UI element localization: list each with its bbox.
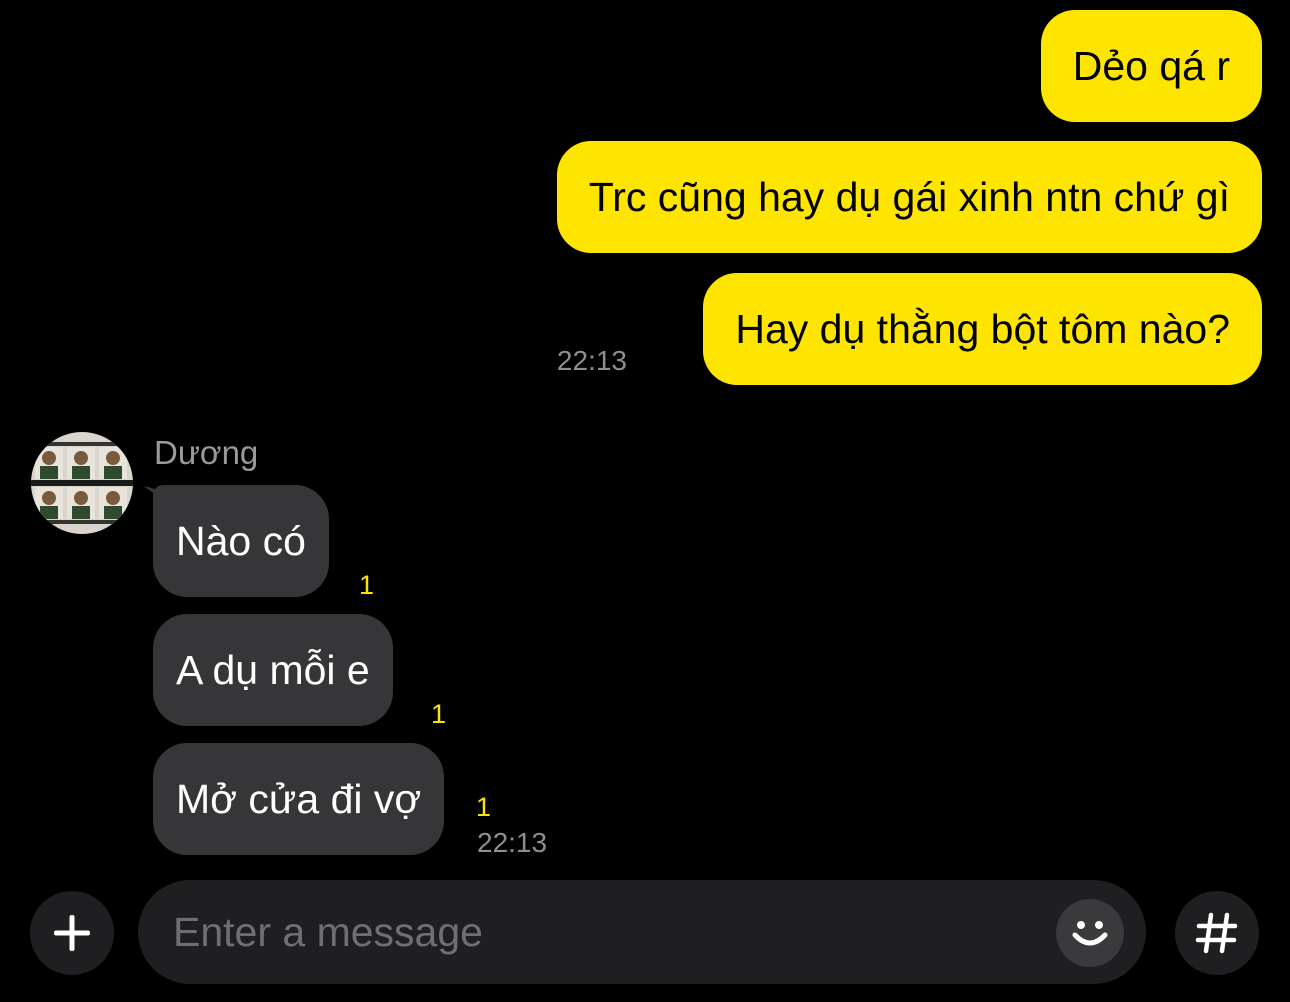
plus-icon <box>54 915 90 951</box>
sender-avatar[interactable] <box>31 432 133 534</box>
outgoing-message-bubble[interactable]: Trc cũng hay dụ gái xinh ntn chứ gì <box>556 141 1262 253</box>
incoming-message-bubble[interactable]: A dụ mỗi e <box>153 614 393 726</box>
sender-name: Dương <box>154 434 259 471</box>
message-input[interactable]: Enter a message <box>138 880 1146 984</box>
unread-count-badge: 1 <box>476 792 492 822</box>
unread-count-badge: 1 <box>431 699 447 729</box>
incoming-message-bubble[interactable]: Mở cửa đi vợ <box>153 743 445 855</box>
outgoing-message-bubble[interactable]: Dẻo qá r <box>1040 10 1262 122</box>
unread-count-badge: 1 <box>359 570 375 600</box>
add-attachment-button[interactable] <box>30 891 114 975</box>
incoming-message-bubble[interactable]: Nào có <box>153 485 329 597</box>
outgoing-timestamp: 22:13 <box>556 345 627 376</box>
message-input-placeholder: Enter a message <box>173 909 483 955</box>
chat-screen: Dẻo qá r Trc cũng hay dụ gái xinh ntn ch… <box>0 0 1290 1002</box>
emoji-button[interactable] <box>1056 899 1124 967</box>
hashtag-icon <box>1195 912 1238 954</box>
outgoing-message-bubble[interactable]: Hay dụ thằng bột tôm nào? <box>703 273 1262 385</box>
hashtag-search-button[interactable] <box>1175 891 1259 975</box>
emoji-icon <box>1072 921 1108 946</box>
avatar-photo-grid-icon <box>31 432 133 534</box>
incoming-timestamp: 22:13 <box>477 827 548 858</box>
